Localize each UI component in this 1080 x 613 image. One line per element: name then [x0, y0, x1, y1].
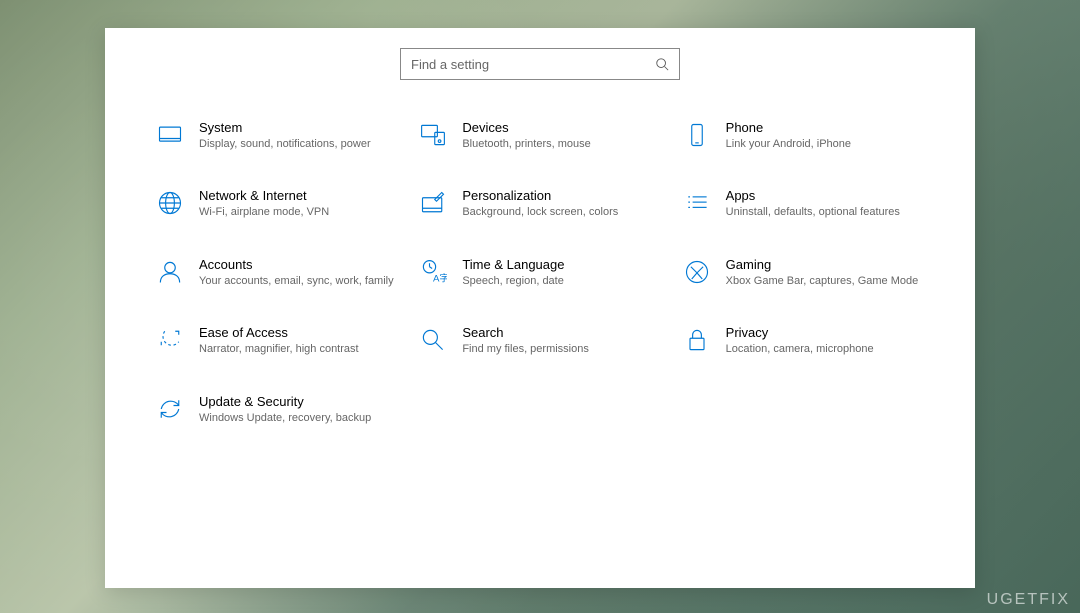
search-box[interactable] [400, 48, 680, 80]
magnifier-icon [418, 325, 448, 355]
category-text: System Display, sound, notifications, po… [199, 120, 398, 152]
category-text: Devices Bluetooth, printers, mouse [462, 120, 661, 152]
category-title: Personalization [462, 188, 661, 203]
search-icon [655, 57, 669, 71]
category-search[interactable]: Search Find my files, permissions [418, 325, 661, 357]
category-text: Accounts Your accounts, email, sync, wor… [199, 257, 398, 289]
category-update[interactable]: Update & Security Windows Update, recove… [155, 394, 398, 426]
category-title: Network & Internet [199, 188, 398, 203]
category-network[interactable]: Network & Internet Wi-Fi, airplane mode,… [155, 188, 398, 220]
accounts-icon [155, 257, 185, 287]
category-time[interactable]: A字 Time & Language Speech, region, date [418, 257, 661, 289]
update-icon [155, 394, 185, 424]
category-apps[interactable]: Apps Uninstall, defaults, optional featu… [682, 188, 925, 220]
category-accounts[interactable]: Accounts Your accounts, email, sync, wor… [155, 257, 398, 289]
category-text: Phone Link your Android, iPhone [726, 120, 925, 152]
devices-icon [418, 120, 448, 150]
svg-text:A字: A字 [433, 272, 447, 284]
category-privacy[interactable]: Privacy Location, camera, microphone [682, 325, 925, 357]
category-text: Privacy Location, camera, microphone [726, 325, 925, 357]
search-input[interactable] [411, 57, 655, 72]
category-title: Search [462, 325, 661, 340]
globe-icon [155, 188, 185, 218]
category-desc: Windows Update, recovery, backup [199, 411, 398, 426]
category-text: Update & Security Windows Update, recove… [199, 394, 398, 426]
category-system[interactable]: System Display, sound, notifications, po… [155, 120, 398, 152]
category-phone[interactable]: Phone Link your Android, iPhone [682, 120, 925, 152]
personalization-icon [418, 188, 448, 218]
watermark: UGETFIX [987, 591, 1070, 609]
ease-of-access-icon [155, 325, 185, 355]
category-title: Apps [726, 188, 925, 203]
apps-icon [682, 188, 712, 218]
category-desc: Background, lock screen, colors [462, 205, 661, 220]
category-title: Ease of Access [199, 325, 398, 340]
category-devices[interactable]: Devices Bluetooth, printers, mouse [418, 120, 661, 152]
category-desc: Narrator, magnifier, high contrast [199, 342, 398, 357]
category-desc: Xbox Game Bar, captures, Game Mode [726, 274, 925, 289]
category-desc: Uninstall, defaults, optional features [726, 205, 925, 220]
category-desc: Link your Android, iPhone [726, 137, 925, 152]
settings-grid: System Display, sound, notifications, po… [145, 120, 935, 426]
category-desc: Display, sound, notifications, power [199, 137, 398, 152]
gaming-icon [682, 257, 712, 287]
category-text: Time & Language Speech, region, date [462, 257, 661, 289]
category-desc: Wi-Fi, airplane mode, VPN [199, 205, 398, 220]
category-ease-of-access[interactable]: Ease of Access Narrator, magnifier, high… [155, 325, 398, 357]
category-personalization[interactable]: Personalization Background, lock screen,… [418, 188, 661, 220]
category-desc: Your accounts, email, sync, work, family [199, 274, 398, 289]
category-title: Privacy [726, 325, 925, 340]
time-language-icon: A字 [418, 257, 448, 287]
category-text: Gaming Xbox Game Bar, captures, Game Mod… [726, 257, 925, 289]
category-text: Search Find my files, permissions [462, 325, 661, 357]
settings-window: System Display, sound, notifications, po… [105, 28, 975, 588]
category-title: System [199, 120, 398, 135]
category-text: Ease of Access Narrator, magnifier, high… [199, 325, 398, 357]
category-desc: Location, camera, microphone [726, 342, 925, 357]
category-title: Devices [462, 120, 661, 135]
category-desc: Find my files, permissions [462, 342, 661, 357]
category-desc: Speech, region, date [462, 274, 661, 289]
category-text: Personalization Background, lock screen,… [462, 188, 661, 220]
phone-icon [682, 120, 712, 150]
lock-icon [682, 325, 712, 355]
category-title: Gaming [726, 257, 925, 272]
system-icon [155, 120, 185, 150]
search-container [145, 48, 935, 80]
category-title: Time & Language [462, 257, 661, 272]
category-text: Network & Internet Wi-Fi, airplane mode,… [199, 188, 398, 220]
category-gaming[interactable]: Gaming Xbox Game Bar, captures, Game Mod… [682, 257, 925, 289]
category-title: Phone [726, 120, 925, 135]
category-title: Update & Security [199, 394, 398, 409]
category-desc: Bluetooth, printers, mouse [462, 137, 661, 152]
category-title: Accounts [199, 257, 398, 272]
category-text: Apps Uninstall, defaults, optional featu… [726, 188, 925, 220]
